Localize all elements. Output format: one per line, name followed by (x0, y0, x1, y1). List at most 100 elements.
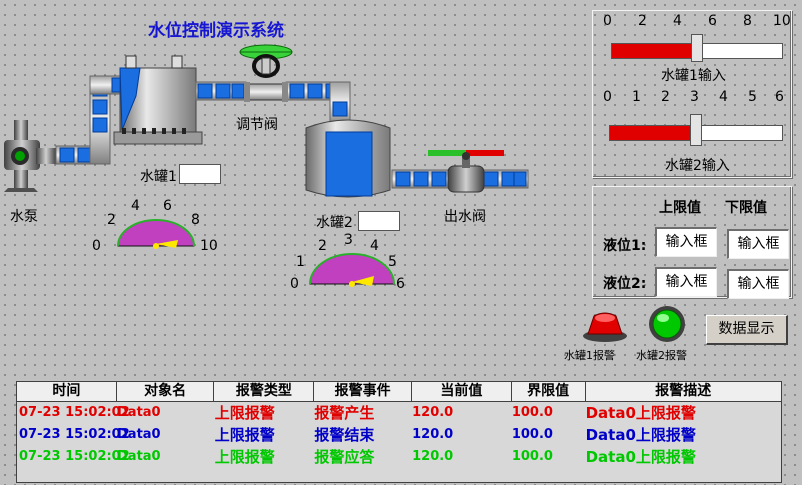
cell-type: 上限报警 (214, 404, 275, 422)
cell-object: Data0 (117, 405, 161, 420)
process-diagram (4, 44, 529, 287)
slider1-fill (612, 44, 697, 58)
alarm-table: 时间 对象名 报警类型 报警事件 当前值 界限值 报警描述 07-23 15:0… (16, 381, 782, 483)
tank2-alarm-lamp-icon (649, 306, 685, 342)
level1-upper-input[interactable]: 输入框 (655, 227, 717, 257)
tank1-alarm-label: 水罐1报警 (564, 349, 615, 362)
cell-event: 报警产生 (314, 404, 375, 422)
data-display-button[interactable]: 数据显示 (706, 315, 788, 345)
slider1-tick: 10 (773, 13, 791, 29)
lower-limit-header: 下限值 (725, 200, 767, 216)
tank1-icon (113, 55, 203, 145)
slider1-tick: 6 (708, 13, 717, 29)
alarm-lamps (583, 306, 685, 342)
tank2-icon (305, 119, 391, 198)
column-header[interactable]: 界限值 (512, 382, 586, 401)
slider1-scale: 0 2 4 6 8 10 (601, 11, 791, 31)
pump-icon (4, 120, 56, 192)
table-row[interactable]: 07-23 15:02:02 Data0 上限报警 报警结束 120.0 100… (17, 424, 781, 446)
tank1-alarm-lamp-icon (583, 312, 627, 342)
slider1-thumb[interactable] (691, 34, 703, 62)
table-row[interactable]: 07-23 15:02:02 Data0 上限报警 报警产生 120.0 100… (17, 402, 781, 424)
slider1-tick: 2 (638, 13, 647, 29)
gauge1-tick: 4 (131, 198, 140, 214)
gauge2-tick: 4 (370, 238, 379, 254)
slider-panel: 0 2 4 6 8 10 水罐1输入 0 1 2 3 4 5 6 水罐2输入 (592, 10, 792, 178)
gauge2-tick: 2 (318, 238, 327, 254)
cell-type: 上限报警 (214, 448, 275, 466)
tank2-alarm-label: 水罐2报警 (636, 349, 687, 362)
slider2-tick: 0 (603, 89, 612, 105)
cell-object: Data0 (117, 427, 161, 442)
cell-limit: 100.0 (511, 427, 553, 442)
slider2-label: 水罐2输入 (665, 158, 730, 174)
cell-event: 报警应答 (314, 448, 375, 466)
gauge1-tick: 0 (92, 238, 101, 254)
table-row[interactable]: 07-23 15:02:02 Data0 上限报警 报警应答 120.0 100… (17, 446, 781, 468)
gauge2-tick: 5 (388, 254, 397, 270)
cell-type: 上限报警 (214, 426, 275, 444)
cell-time: 07-23 15:02:02 (19, 449, 130, 464)
gauge1-icon (117, 219, 195, 249)
cell-time: 07-23 15:02:02 (19, 405, 130, 420)
tank1-label: 水罐1 (140, 169, 177, 185)
slider2-thumb[interactable] (690, 114, 702, 146)
gauge2-tick: 6 (396, 276, 405, 292)
cell-current: 120.0 (412, 427, 454, 442)
tank2-label: 水罐2 (316, 215, 353, 231)
level1-label: 液位1: (603, 238, 647, 254)
outlet-valve-label: 出水阀 (444, 209, 486, 225)
gauge2-tick: 1 (296, 254, 305, 270)
cell-description: Data0上限报警 (585, 448, 696, 466)
level2-upper-input[interactable]: 输入框 (655, 267, 717, 297)
valve-control-label: 调节阀 (236, 117, 278, 133)
tank1-value-box (179, 164, 221, 184)
cell-current: 120.0 (412, 449, 454, 464)
column-header[interactable]: 时间 (17, 382, 117, 401)
alarm-table-header: 时间 对象名 报警类型 报警事件 当前值 界限值 报警描述 (17, 382, 781, 402)
control-valve-icon (239, 44, 293, 102)
slider2-tick: 6 (775, 89, 784, 105)
slider2-tick: 4 (719, 89, 728, 105)
gauge1-tick: 2 (107, 212, 116, 228)
column-header[interactable]: 报警事件 (314, 382, 412, 401)
tank2-value-box (358, 211, 400, 231)
alarm-table-body: 07-23 15:02:02 Data0 上限报警 报警产生 120.0 100… (17, 402, 781, 468)
column-header[interactable]: 报警类型 (214, 382, 315, 401)
slider2-tick: 5 (748, 89, 757, 105)
cell-description: Data0上限报警 (585, 426, 696, 444)
slider2-track[interactable] (609, 114, 783, 146)
slider2-tick: 2 (661, 89, 670, 105)
gauge2-tick: 0 (290, 276, 299, 292)
limits-panel: 上限值 下限值 液位1: 输入框 输入框 液位2: 输入框 输入框 (592, 186, 792, 299)
cell-event: 报警结束 (314, 426, 375, 444)
cell-object: Data0 (117, 449, 161, 464)
slider2-tick: 1 (632, 89, 641, 105)
slider1-track[interactable] (611, 34, 783, 62)
column-header[interactable]: 报警描述 (586, 382, 781, 401)
upper-limit-header: 上限值 (659, 200, 701, 216)
slider1-tick: 4 (673, 13, 682, 29)
pump-label: 水泵 (10, 209, 38, 225)
cell-current: 120.0 (412, 405, 454, 420)
cell-description: Data0上限报警 (585, 404, 696, 422)
column-header[interactable]: 当前值 (412, 382, 512, 401)
slider1-tick: 0 (603, 13, 612, 29)
column-header[interactable]: 对象名 (117, 382, 215, 401)
slider2-tick: 3 (690, 89, 699, 105)
level2-lower-input[interactable]: 输入框 (727, 269, 789, 299)
cell-time: 07-23 15:02:02 (19, 427, 130, 442)
gauge1-tick: 8 (191, 212, 200, 228)
slider2-scale: 0 1 2 3 4 5 6 (601, 87, 784, 107)
slider2-fill (610, 126, 696, 140)
level2-label: 液位2: (603, 276, 647, 292)
gauge2-icon (309, 253, 395, 287)
inlet-pipe (55, 75, 127, 165)
slider1-tick: 8 (743, 13, 752, 29)
slider1-label: 水罐1输入 (661, 68, 726, 84)
level1-lower-input[interactable]: 输入框 (727, 229, 789, 259)
gauge1-tick: 10 (200, 238, 218, 254)
cell-limit: 100.0 (511, 449, 553, 464)
gauge2-tick: 3 (344, 232, 353, 248)
gauge1-tick: 6 (163, 198, 172, 214)
